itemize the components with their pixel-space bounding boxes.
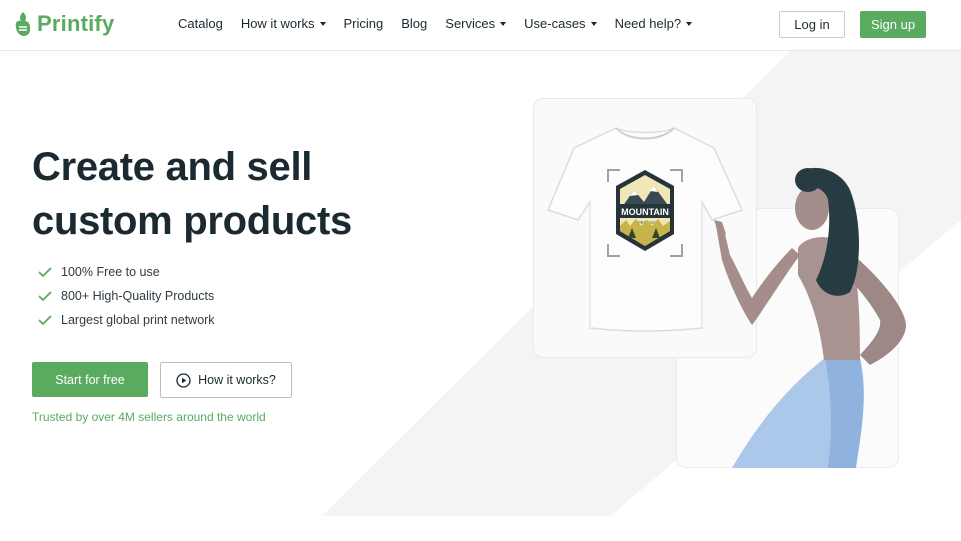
printify-logo-icon [15, 12, 31, 36]
nav-services[interactable]: Services [445, 16, 507, 31]
feature-label: 800+ High-Quality Products [61, 289, 215, 303]
nav-blog[interactable]: Blog [401, 16, 427, 31]
login-button[interactable]: Log in [779, 11, 845, 38]
signup-button[interactable]: Sign up [860, 11, 926, 38]
trusted-sellers-text: Trusted by over 4M sellers around the wo… [32, 410, 266, 424]
nav-need-help[interactable]: Need help? [615, 16, 693, 31]
hero-title-line-2: custom products [32, 199, 352, 243]
design-text: MOUNTAIN [621, 207, 669, 217]
caret-down-icon [590, 22, 597, 26]
caret-down-icon [500, 22, 507, 26]
how-it-works-label: How it works? [198, 373, 276, 387]
caret-down-icon [319, 22, 326, 26]
nav-how-it-works[interactable]: How it works [241, 16, 326, 31]
feature-label: 100% Free to use [61, 265, 160, 279]
feature-item: Largest global print network [38, 308, 215, 332]
nav-pricing[interactable]: Pricing [344, 16, 384, 31]
nav-label: Use-cases [524, 16, 586, 31]
main-nav: Catalog How it works Pricing Blog Servic… [178, 16, 710, 31]
feature-label: Largest global print network [61, 313, 215, 327]
feature-item: 100% Free to use [38, 260, 215, 284]
printify-logo[interactable]: Printify [13, 10, 114, 38]
brand-name: Printify [37, 11, 115, 36]
start-for-free-button[interactable]: Start for free [32, 362, 148, 397]
nav-label: How it works [240, 16, 315, 31]
nav-label: Blog [401, 16, 428, 31]
caret-down-icon [686, 22, 693, 26]
how-it-works-button[interactable]: How it works? [160, 362, 292, 398]
feature-list: 100% Free to use 800+ High-Quality Produ… [38, 260, 215, 332]
play-circle-icon [176, 372, 191, 388]
checkmark-icon [38, 315, 52, 326]
nav-label: Need help? [614, 16, 682, 31]
feature-item: 800+ High-Quality Products [38, 284, 215, 308]
nav-label: Pricing [343, 16, 384, 31]
hero-title: Create and sell custom products [32, 140, 452, 248]
nav-use-cases[interactable]: Use-cases [524, 16, 597, 31]
nav-label: Services [445, 16, 496, 31]
top-navbar: Printify Catalog How it works Pricing Bl… [0, 0, 961, 51]
checkmark-icon [38, 291, 52, 302]
woman-pointing-illustration [714, 167, 906, 468]
nav-label: Catalog [178, 16, 223, 31]
hero-title-line-1: Create and sell [32, 145, 313, 189]
nav-catalog[interactable]: Catalog [178, 16, 223, 31]
checkmark-icon [38, 267, 52, 278]
